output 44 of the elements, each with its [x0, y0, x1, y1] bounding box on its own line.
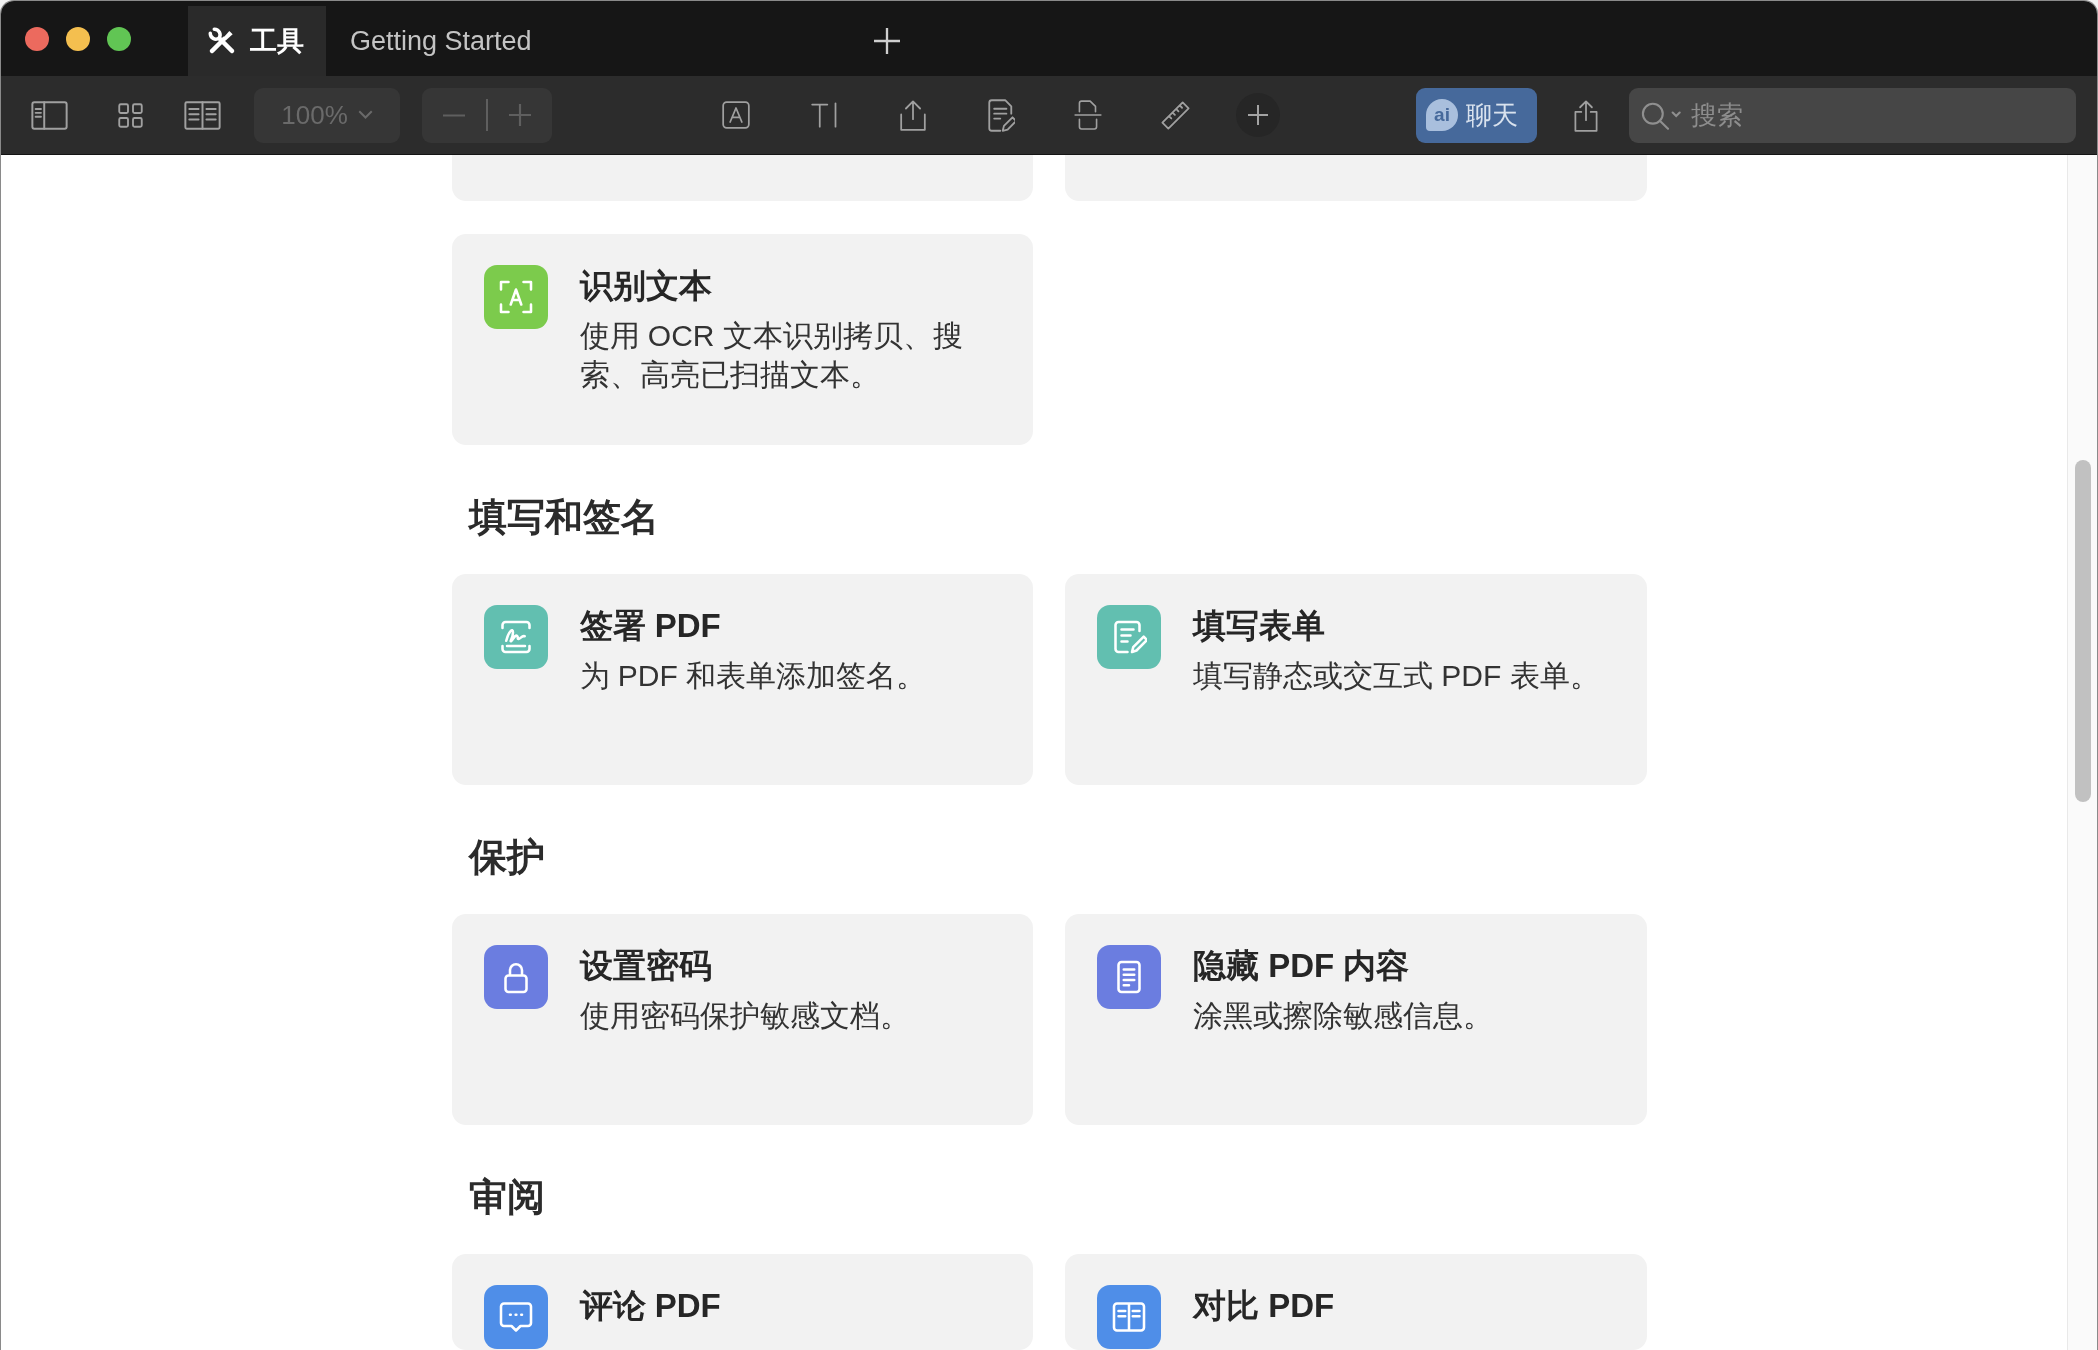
upload-icon[interactable]: [900, 99, 926, 131]
tool-card[interactable]: 识别文本 使用 OCR 文本识别拷贝、搜索、高亮已扫描文本。: [451, 234, 1033, 445]
card-title: 对比 PDF: [1193, 1286, 1335, 1326]
tab[interactable]: Getting Started: [326, 6, 556, 76]
text-cursor-icon[interactable]: [811, 101, 839, 129]
card-title: 填写表单: [1193, 606, 1325, 646]
search-icon: [1641, 101, 1681, 130]
minimize-button[interactable]: [66, 26, 90, 51]
card-description: 为 PDF 和表单添加签名。: [579, 658, 927, 694]
search-field[interactable]: 搜索: [1629, 87, 2076, 143]
tool-card[interactable]: 填写表单 填写静态或交互式 PDF 表单。: [1065, 574, 1647, 785]
sidebar-icon[interactable]: [31, 100, 68, 130]
chevron-down-icon: [357, 110, 373, 120]
tab[interactable]: 工具: [188, 6, 326, 76]
card-description: 涂黑或擦除敏感信息。: [1193, 998, 1493, 1034]
tool-card[interactable]: 设置密码 使用密码保护敏感文档。: [451, 914, 1033, 1125]
card-title: 隐藏 PDF 内容: [1193, 946, 1410, 986]
share-icon[interactable]: [1573, 98, 1599, 132]
chat-button[interactable]: ai 聊天: [1416, 87, 1537, 143]
tool-card[interactable]: 对比 PDF: [1065, 1254, 1647, 1350]
grid-icon[interactable]: [118, 102, 143, 128]
text-box-icon[interactable]: [722, 101, 750, 129]
card-description: 使用密码保护敏感文档。: [579, 998, 910, 1034]
card-title: 评论 PDF: [579, 1286, 721, 1326]
card-title: 识别文本: [579, 266, 712, 306]
card-title: 设置密码: [579, 946, 712, 986]
card-description: 使用 OCR 文本识别拷贝、搜索、高亮已扫描文本。: [579, 318, 964, 393]
tool-card[interactable]: 隐藏 PDF 内容 涂黑或擦除敏感信息。: [1065, 914, 1647, 1125]
ruler-icon[interactable]: [1160, 99, 1191, 131]
section-heading: 填写和签名: [468, 495, 659, 540]
section-heading: 保护: [468, 835, 545, 880]
ai-badge: ai: [1426, 99, 1458, 131]
document-pen-icon[interactable]: [988, 98, 1015, 132]
tool-card[interactable]: 评论 PDF: [451, 1254, 1033, 1350]
plus-icon[interactable]: [1236, 93, 1280, 137]
two-page-icon[interactable]: [184, 100, 221, 130]
scrollbar-thumb[interactable]: [2075, 460, 2091, 802]
tool-card[interactable]: 签署 PDF 为 PDF 和表单添加签名。: [451, 574, 1033, 785]
close-button[interactable]: [25, 26, 49, 51]
page-cut-icon[interactable]: [1074, 100, 1102, 130]
maximize-button[interactable]: [107, 26, 131, 51]
card-title: 签署 PDF: [579, 606, 721, 646]
section-heading: 审阅: [468, 1175, 545, 1220]
card-description: 填写静态或交互式 PDF 表单。: [1193, 658, 1600, 694]
